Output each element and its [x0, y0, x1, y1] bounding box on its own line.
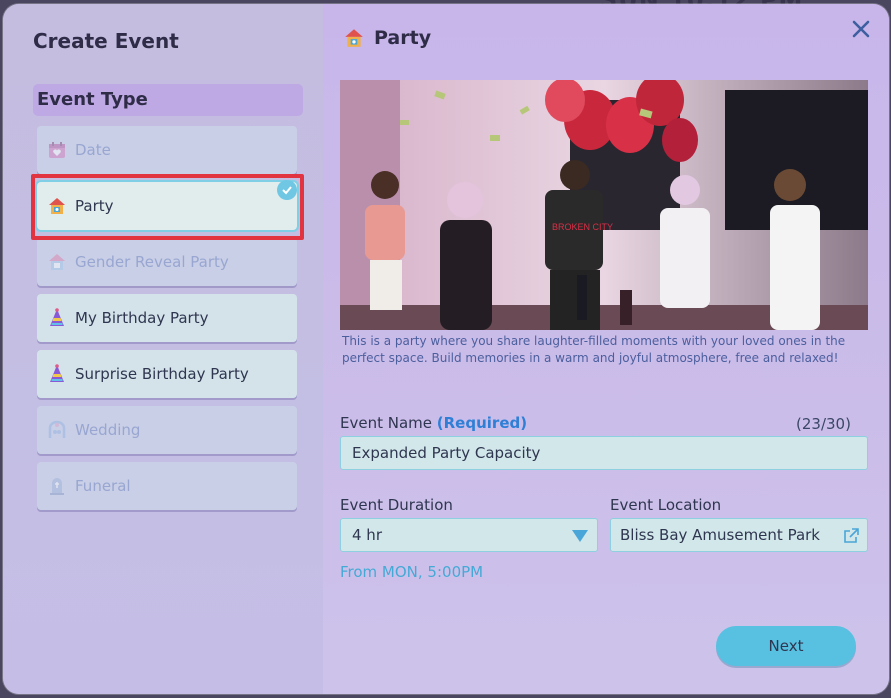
party-hat-icon — [47, 364, 67, 384]
event-type-funeral[interactable]: Funeral — [37, 462, 297, 510]
event-type-label: My Birthday Party — [75, 309, 209, 327]
dialog-title: Create Event — [33, 29, 179, 53]
event-type-wedding[interactable]: Wedding — [37, 406, 297, 454]
event-type-label: Date — [75, 141, 111, 159]
event-type-gender-reveal-party[interactable]: Gender Reveal Party — [37, 238, 297, 286]
close-icon — [852, 20, 870, 38]
event-type-date[interactable]: Date — [37, 126, 297, 174]
event-type-surprise-birthday-party[interactable]: Surprise Birthday Party — [37, 350, 297, 398]
dropdown-triangle-icon — [572, 530, 588, 542]
required-tag: (Required) — [436, 414, 528, 432]
event-name-label-text: Event Name — [340, 414, 432, 432]
event-location-field[interactable]: Bliss Bay Amusement Park — [610, 518, 868, 552]
event-type-label: Surprise Birthday Party — [75, 365, 249, 383]
close-button[interactable] — [849, 17, 873, 41]
event-description: This is a party where you share laughter… — [342, 334, 846, 365]
event-name-value: Expanded Party Capacity — [352, 444, 541, 462]
next-button-label: Next — [768, 637, 804, 655]
event-preview-image: BROKEN CITY — [340, 80, 868, 330]
char-counter: (23/30) — [796, 415, 851, 433]
event-type-label: Funeral — [75, 477, 131, 495]
event-name-label: Event Name (Required) — [340, 414, 527, 432]
event-name-input[interactable]: Expanded Party Capacity — [340, 436, 868, 470]
wedding-arch-icon — [47, 420, 67, 440]
event-type-label: Gender Reveal Party — [75, 253, 229, 271]
event-start-time: From MON, 5:00PM — [340, 563, 484, 581]
external-link-icon[interactable] — [843, 528, 859, 544]
event-type-my-birthday-party[interactable]: My Birthday Party — [37, 294, 297, 342]
next-button[interactable]: Next — [716, 626, 856, 666]
event-location-value: Bliss Bay Amusement Park — [620, 526, 820, 544]
event-detail-title: Party — [374, 27, 432, 49]
tombstone-icon — [47, 476, 67, 496]
event-duration-value: 4 hr — [352, 526, 382, 544]
calendar-heart-icon — [47, 140, 67, 160]
shirt-print-text: BROKEN CITY — [552, 222, 613, 232]
house-party-icon — [343, 27, 365, 49]
house-party-icon — [47, 252, 67, 272]
event-type-header: Event Type — [33, 84, 303, 116]
event-type-label: Wedding — [75, 421, 141, 439]
selection-highlight — [31, 174, 304, 240]
party-hat-icon — [47, 308, 67, 328]
event-duration-label: Event Duration — [340, 496, 453, 514]
event-location-label: Event Location — [610, 496, 722, 514]
event-duration-select[interactable]: 4 hr — [340, 518, 598, 552]
